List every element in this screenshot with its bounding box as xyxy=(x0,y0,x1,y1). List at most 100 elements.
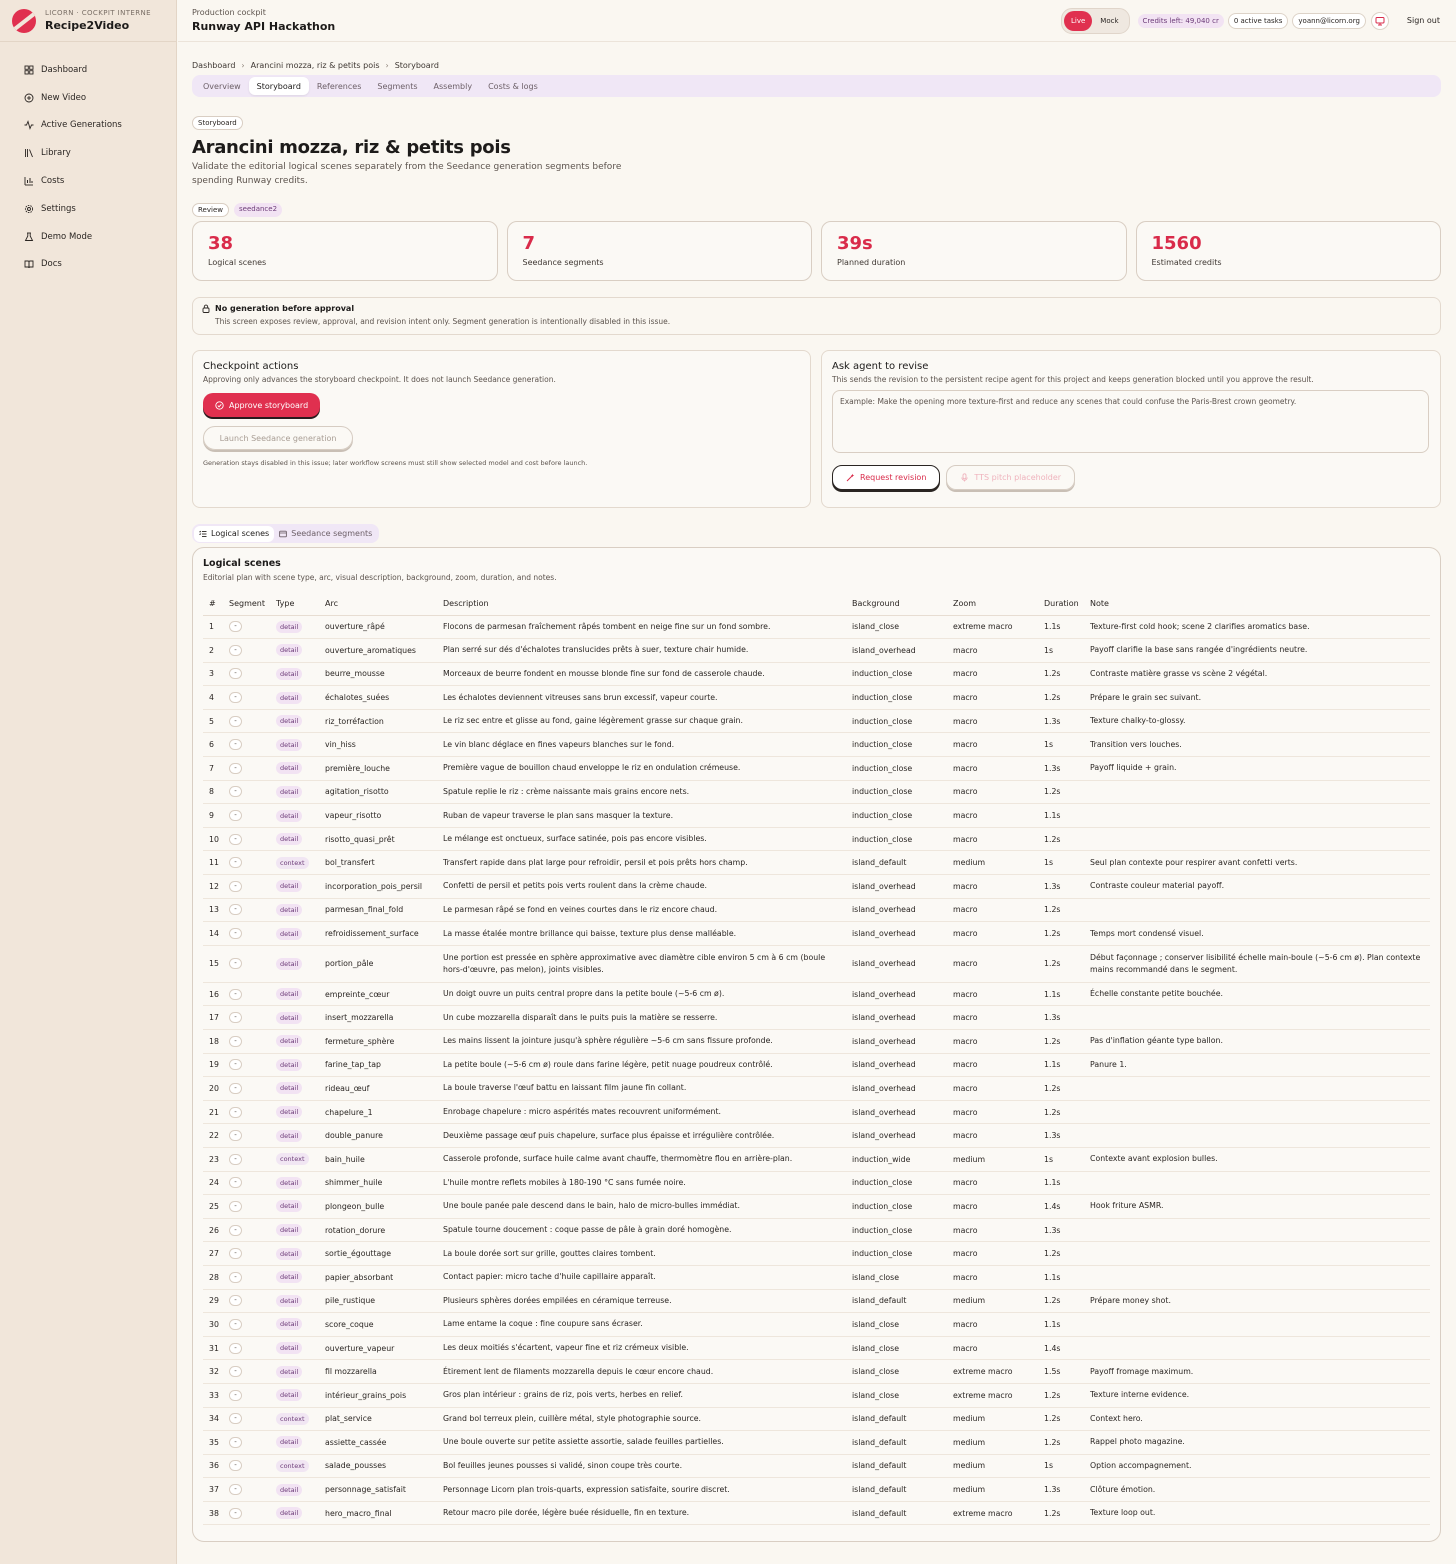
table-row[interactable]: 25- detail plongeon_bulle Une boule panée p… xyxy=(203,1194,1430,1219)
segment-chip[interactable]: - xyxy=(229,668,242,680)
sidebar-item-demo-mode[interactable]: Demo Mode xyxy=(0,223,176,251)
tts-pitch-button[interactable]: TTS pitch placeholder xyxy=(946,465,1076,490)
segment-chip[interactable]: - xyxy=(229,833,242,845)
tab-segments[interactable]: Segments xyxy=(369,77,425,95)
segment-chip[interactable]: - xyxy=(229,762,242,774)
table-row[interactable]: 16- detail empreinte_cœur Un doigt ouvre un… xyxy=(203,982,1430,1007)
table-row[interactable]: 29- detail pile_rustique Plusieurs sphères … xyxy=(203,1289,1430,1314)
table-row[interactable]: 36- context salade_pousses Bol feuilles jeu… xyxy=(203,1454,1430,1479)
segment-chip[interactable]: - xyxy=(229,988,242,1000)
table-row[interactable]: 17- detail insert_mozzarella Un cube mozzar… xyxy=(203,1005,1430,1030)
segment-chip[interactable]: - xyxy=(229,857,242,869)
segment-chip[interactable]: - xyxy=(229,1484,242,1496)
segment-chip[interactable]: - xyxy=(229,1224,242,1236)
segment-chip[interactable]: - xyxy=(229,1130,242,1142)
segment-chip[interactable]: - xyxy=(229,644,242,656)
table-row[interactable]: 23- context bain_huile Casserole profonde, … xyxy=(203,1147,1430,1172)
table-row[interactable]: 5- detail riz_torréfaction Le riz sec entre… xyxy=(203,709,1430,734)
segment-chip[interactable]: - xyxy=(229,958,242,970)
table-row[interactable]: 13- detail parmesan_final_fold Le parmesan … xyxy=(203,898,1430,923)
subtab-seedance-segments[interactable]: Seedance segments xyxy=(274,526,377,542)
table-row[interactable]: 9- detail vapeur_risotto Ruban de vapeur tr… xyxy=(203,803,1430,828)
segment-chip[interactable]: - xyxy=(229,1200,242,1212)
breadcrumb-project[interactable]: Arancini mozza, riz & petits pois xyxy=(251,61,380,70)
table-row[interactable]: 31- detail ouverture_vapeur Les deux moitié… xyxy=(203,1336,1430,1361)
live-mode-button[interactable]: Live xyxy=(1064,10,1093,31)
segment-chip[interactable]: - xyxy=(229,1342,242,1354)
table-row[interactable]: 24- detail shimmer_huile L'huile montre ref… xyxy=(203,1171,1430,1196)
sidebar-item-docs[interactable]: Docs xyxy=(0,251,176,279)
table-row[interactable]: 30- detail score_coque Lame entame la coque… xyxy=(203,1312,1430,1337)
segment-chip[interactable]: - xyxy=(229,1177,242,1189)
segment-chip[interactable]: - xyxy=(229,1366,242,1378)
monitor-icon[interactable] xyxy=(1370,11,1389,30)
segment-chip[interactable]: - xyxy=(229,1460,242,1472)
table-row[interactable]: 20- detail rideau_œuf La boule traverse l'œ… xyxy=(203,1076,1430,1101)
segment-chip[interactable]: - xyxy=(229,1389,242,1401)
table-row[interactable]: 34- context plat_service Grand bol terreux … xyxy=(203,1407,1430,1432)
segment-chip[interactable]: - xyxy=(229,1271,242,1283)
segment-chip[interactable]: - xyxy=(229,904,242,916)
table-row[interactable]: 1- detail ouverture_râpé Flocons de parmesa… xyxy=(203,615,1430,640)
table-row[interactable]: 11- context bol_transfert Transfert rapide … xyxy=(203,850,1430,876)
table-row[interactable]: 26- detail rotation_dorure Spatule tourne d… xyxy=(203,1218,1430,1243)
segment-chip[interactable]: - xyxy=(229,621,242,633)
segment-chip[interactable]: - xyxy=(229,1318,242,1330)
table-row[interactable]: 18- detail fermeture_sphère Les mains lisse… xyxy=(203,1029,1430,1054)
request-revision-button[interactable]: Request revision xyxy=(832,465,941,490)
breadcrumb-dashboard[interactable]: Dashboard xyxy=(192,61,235,70)
table-row[interactable]: 22- detail double_panure Deuxième passage œ… xyxy=(203,1123,1430,1148)
tab-overview[interactable]: Overview xyxy=(195,77,249,95)
table-row[interactable]: 4- detail échalotes_suées Les échalotes dev… xyxy=(203,685,1430,710)
segment-chip[interactable]: - xyxy=(229,1082,242,1094)
sidebar-item-costs[interactable]: Costs xyxy=(0,167,176,195)
launch-seedance-button[interactable]: Launch Seedance generation xyxy=(203,426,353,450)
sidebar-item-library[interactable]: Library xyxy=(0,139,176,167)
tab-costs-logs[interactable]: Costs & logs xyxy=(480,77,546,95)
sidebar-item-settings[interactable]: Settings xyxy=(0,195,176,223)
table-row[interactable]: 6- detail vin_hiss Le vin blanc déglace en … xyxy=(203,732,1430,758)
table-row[interactable]: 32- detail fil mozzarella Étirement lent de… xyxy=(203,1359,1430,1384)
segment-chip[interactable]: - xyxy=(229,739,242,751)
segment-chip[interactable]: - xyxy=(229,1295,242,1307)
mock-mode-button[interactable]: Mock xyxy=(1092,17,1126,25)
table-row[interactable]: 15- detail portion_pâle Une portion est pre… xyxy=(203,945,1430,983)
table-row[interactable]: 38- detail hero_macro_final Retour macro pi… xyxy=(203,1501,1430,1526)
table-row[interactable]: 3- detail beurre_mousse Morceaux de beurre … xyxy=(203,662,1430,687)
table-row[interactable]: 8- detail agitation_risotto Spatule replie … xyxy=(203,780,1430,805)
segment-chip[interactable]: - xyxy=(229,786,242,798)
tab-assembly[interactable]: Assembly xyxy=(426,77,481,95)
table-row[interactable]: 35- detail assiette_cassée Une boule ouvert… xyxy=(203,1430,1430,1455)
approve-storyboard-button[interactable]: Approve storyboard xyxy=(203,393,321,417)
tab-storyboard[interactable]: Storyboard xyxy=(248,77,309,95)
segment-chip[interactable]: - xyxy=(229,880,242,892)
revision-textarea[interactable]: Example: Make the opening more texture-f… xyxy=(832,390,1429,453)
table-row[interactable]: 7- detail première_louche Première vague de… xyxy=(203,756,1430,781)
table-row[interactable]: 2- detail ouverture_aromatiques Plan serré … xyxy=(203,638,1430,663)
segment-chip[interactable]: - xyxy=(229,1153,242,1165)
segment-chip[interactable]: - xyxy=(229,1413,242,1425)
sign-out-button[interactable]: Sign out xyxy=(1407,16,1440,25)
sidebar-item-new-video[interactable]: New Video xyxy=(0,84,176,112)
segment-chip[interactable]: - xyxy=(229,928,242,940)
subtab-logical-scenes[interactable]: Logical scenes xyxy=(194,525,275,542)
segment-chip[interactable]: - xyxy=(229,1436,242,1448)
segment-chip[interactable]: - xyxy=(229,692,242,704)
segment-chip[interactable]: - xyxy=(229,1106,242,1118)
table-row[interactable]: 14- detail refroidissement_surface La masse… xyxy=(203,921,1430,946)
segment-chip[interactable]: - xyxy=(229,715,242,727)
segment-chip[interactable]: - xyxy=(229,1248,242,1260)
sidebar-item-active-generations[interactable]: Active Generations xyxy=(0,112,176,140)
segment-chip[interactable]: - xyxy=(229,1012,242,1024)
table-row[interactable]: 28- detail papier_absorbant Contact papier:… xyxy=(203,1265,1430,1290)
segment-chip[interactable]: - xyxy=(229,1507,242,1519)
table-row[interactable]: 33- detail intérieur_grains_pois Gros plan … xyxy=(203,1383,1430,1408)
segment-chip[interactable]: - xyxy=(229,1035,242,1047)
tab-references[interactable]: References xyxy=(309,77,369,95)
table-row[interactable]: 27- detail sortie_égouttage La boule dorée … xyxy=(203,1241,1430,1266)
brand[interactable]: LICORN · COCKPIT INTERNE Recipe2Video xyxy=(0,0,176,42)
table-row[interactable]: 37- detail personnage_satisfait Personnage … xyxy=(203,1477,1430,1502)
table-row[interactable]: 19- detail farine_tap_tap La petite boule (… xyxy=(203,1053,1430,1078)
table-row[interactable]: 10- detail risotto_quasi_prêt Le mélange es… xyxy=(203,827,1430,852)
segment-chip[interactable]: - xyxy=(229,1059,242,1071)
